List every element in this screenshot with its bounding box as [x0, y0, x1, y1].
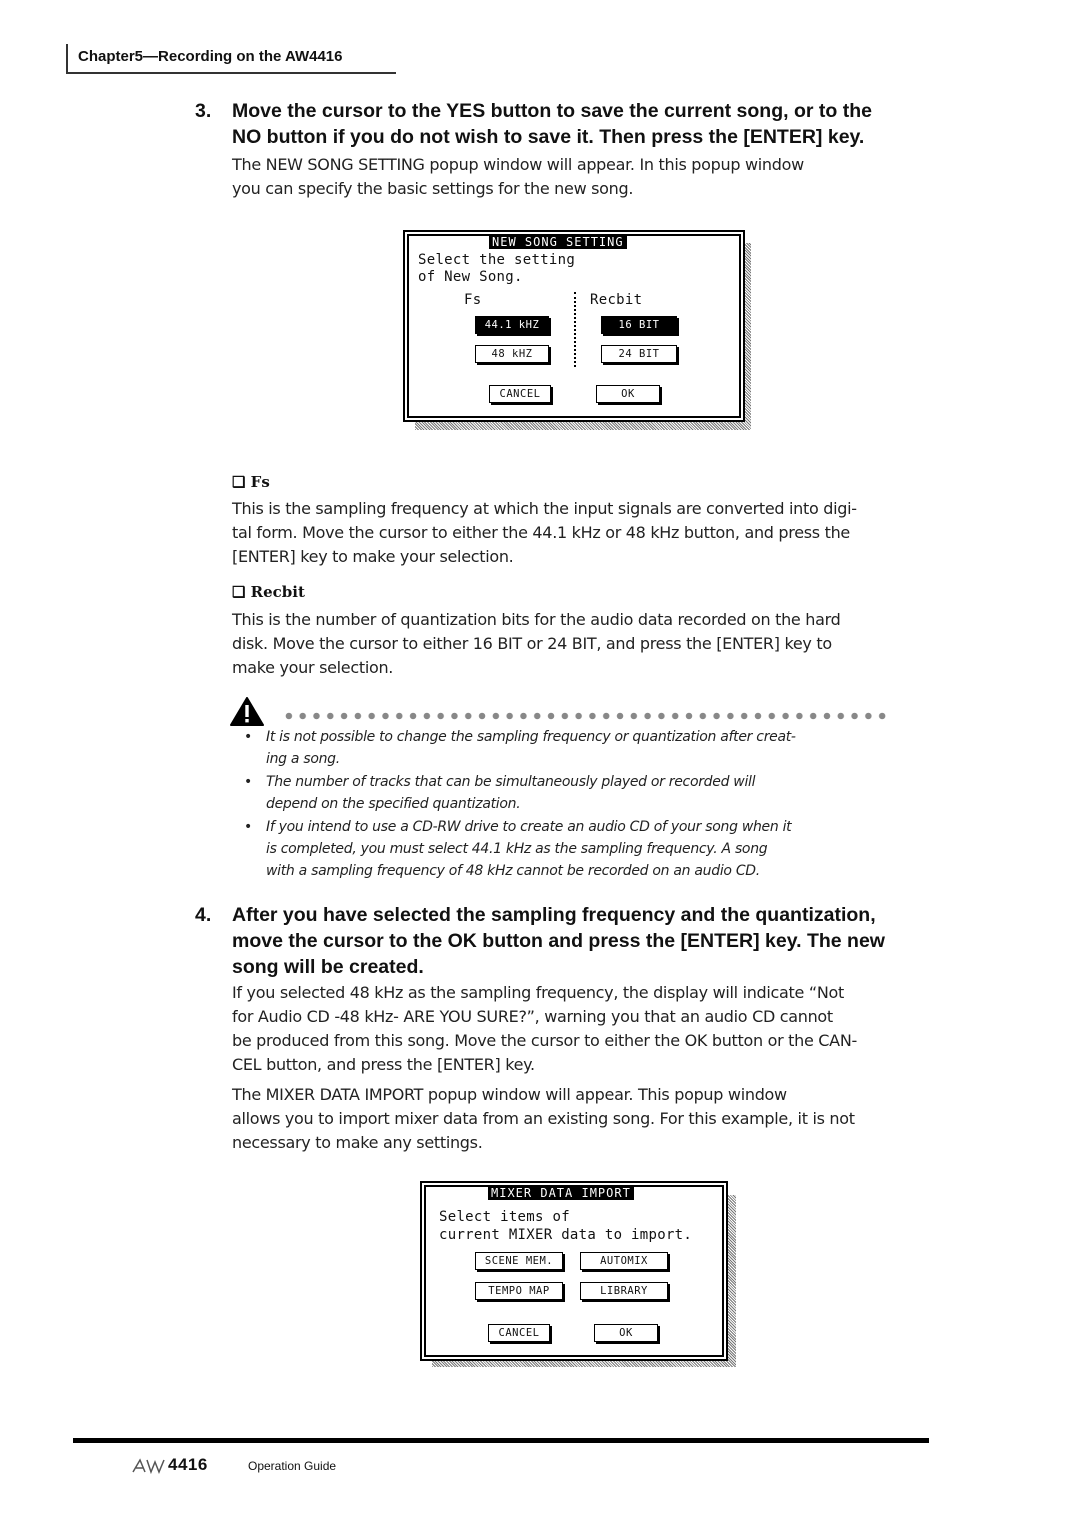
step-4-para2-line3: necessary to make any settings. — [232, 1133, 483, 1152]
popup-title: MIXER DATA IMPORT — [488, 1187, 634, 1200]
footer-text: Operation Guide — [248, 1459, 337, 1473]
step-3-number: 3. — [195, 100, 212, 122]
step-4-heading-line3: song will be created. — [232, 956, 424, 978]
popup-prompt-line1: Select items of — [439, 1209, 570, 1225]
chapter-header: Chapter5—Recording on the AW4416 — [78, 48, 343, 65]
recbit-16-button[interactable]: 16 BIT — [601, 316, 677, 334]
footer-rule — [73, 1438, 929, 1443]
step-4-para2-line1: The MIXER DATA IMPORT popup window will … — [232, 1085, 787, 1104]
automix-button[interactable]: AUTOMIX — [580, 1252, 668, 1270]
fs-line3: [ENTER] key to make your selection. — [232, 547, 514, 566]
popup-title: NEW SONG SETTING — [489, 236, 627, 249]
step-3-para-line1: The NEW SONG SETTING popup window will a… — [232, 155, 804, 174]
step-4-para1-line2: for Audio CD -48 kHz- ARE YOU SURE?”, wa… — [232, 1007, 833, 1026]
cancel-button[interactable]: CANCEL — [488, 1324, 550, 1342]
recbit-line3: make your selection. — [232, 658, 394, 677]
ok-button[interactable]: OK — [596, 385, 660, 403]
tempo-map-button[interactable]: TEMPO MAP — [475, 1282, 563, 1300]
recbit-line2: disk. Move the cursor to either 16 BIT o… — [232, 634, 832, 653]
column-divider — [574, 292, 576, 367]
popup-prompt-line2: of New Song. — [418, 269, 523, 285]
step-4-para1-line3: be produced from this song. Move the cur… — [232, 1031, 857, 1050]
step-4-heading-line1: After you have selected the sampling fre… — [232, 904, 876, 926]
library-button[interactable]: LIBRARY — [580, 1282, 668, 1300]
recbit-heading: ❑ Recbit — [232, 583, 305, 601]
step-3-para-line2: you can specify the basic settings for t… — [232, 179, 634, 198]
cancel-button[interactable]: CANCEL — [489, 385, 551, 403]
recbit-label: Recbit — [590, 292, 643, 308]
fs-48-button[interactable]: 48 kHZ — [475, 345, 549, 363]
popup-prompt-line2: current MIXER data to import. — [439, 1227, 693, 1243]
step-4-para1-line4: CEL button, and press the [ENTER] key. — [232, 1055, 535, 1074]
chapter-rule — [66, 44, 68, 74]
warning-icon — [230, 697, 264, 726]
fs-line1: This is the sampling frequency at which … — [232, 499, 857, 518]
recbit-24-button[interactable]: 24 BIT — [601, 345, 677, 363]
step-4-number: 4. — [195, 904, 212, 926]
fs-line2: tal form. Move the cursor to either the … — [232, 523, 850, 542]
fs-label: Fs — [464, 292, 482, 308]
step-3-heading-line2: NO button if you do not wish to save it.… — [232, 126, 865, 148]
step-4-para1-line1: If you selected 48 kHz as the sampling f… — [232, 983, 844, 1002]
logo-number: 4416 — [168, 1455, 208, 1474]
step-3-heading-line1: Move the cursor to the YES button to sav… — [232, 100, 872, 122]
popup-prompt-line1: Select the setting — [418, 252, 576, 268]
fs-44-1-button[interactable]: 44.1 kHZ — [475, 316, 549, 334]
chapter-underline — [66, 72, 396, 74]
fs-heading: ❑ Fs — [232, 473, 270, 491]
ok-button[interactable]: OK — [594, 1324, 658, 1342]
step-4-para2-line2: allows you to import mixer data from an … — [232, 1109, 855, 1128]
step-4-heading-line2: move the cursor to the OK button and pre… — [232, 930, 885, 952]
recbit-line1: This is the number of quantization bits … — [232, 610, 841, 629]
caution-dotted-rule — [282, 711, 892, 721]
scene-mem-button[interactable]: SCENE MEM. — [475, 1252, 563, 1270]
